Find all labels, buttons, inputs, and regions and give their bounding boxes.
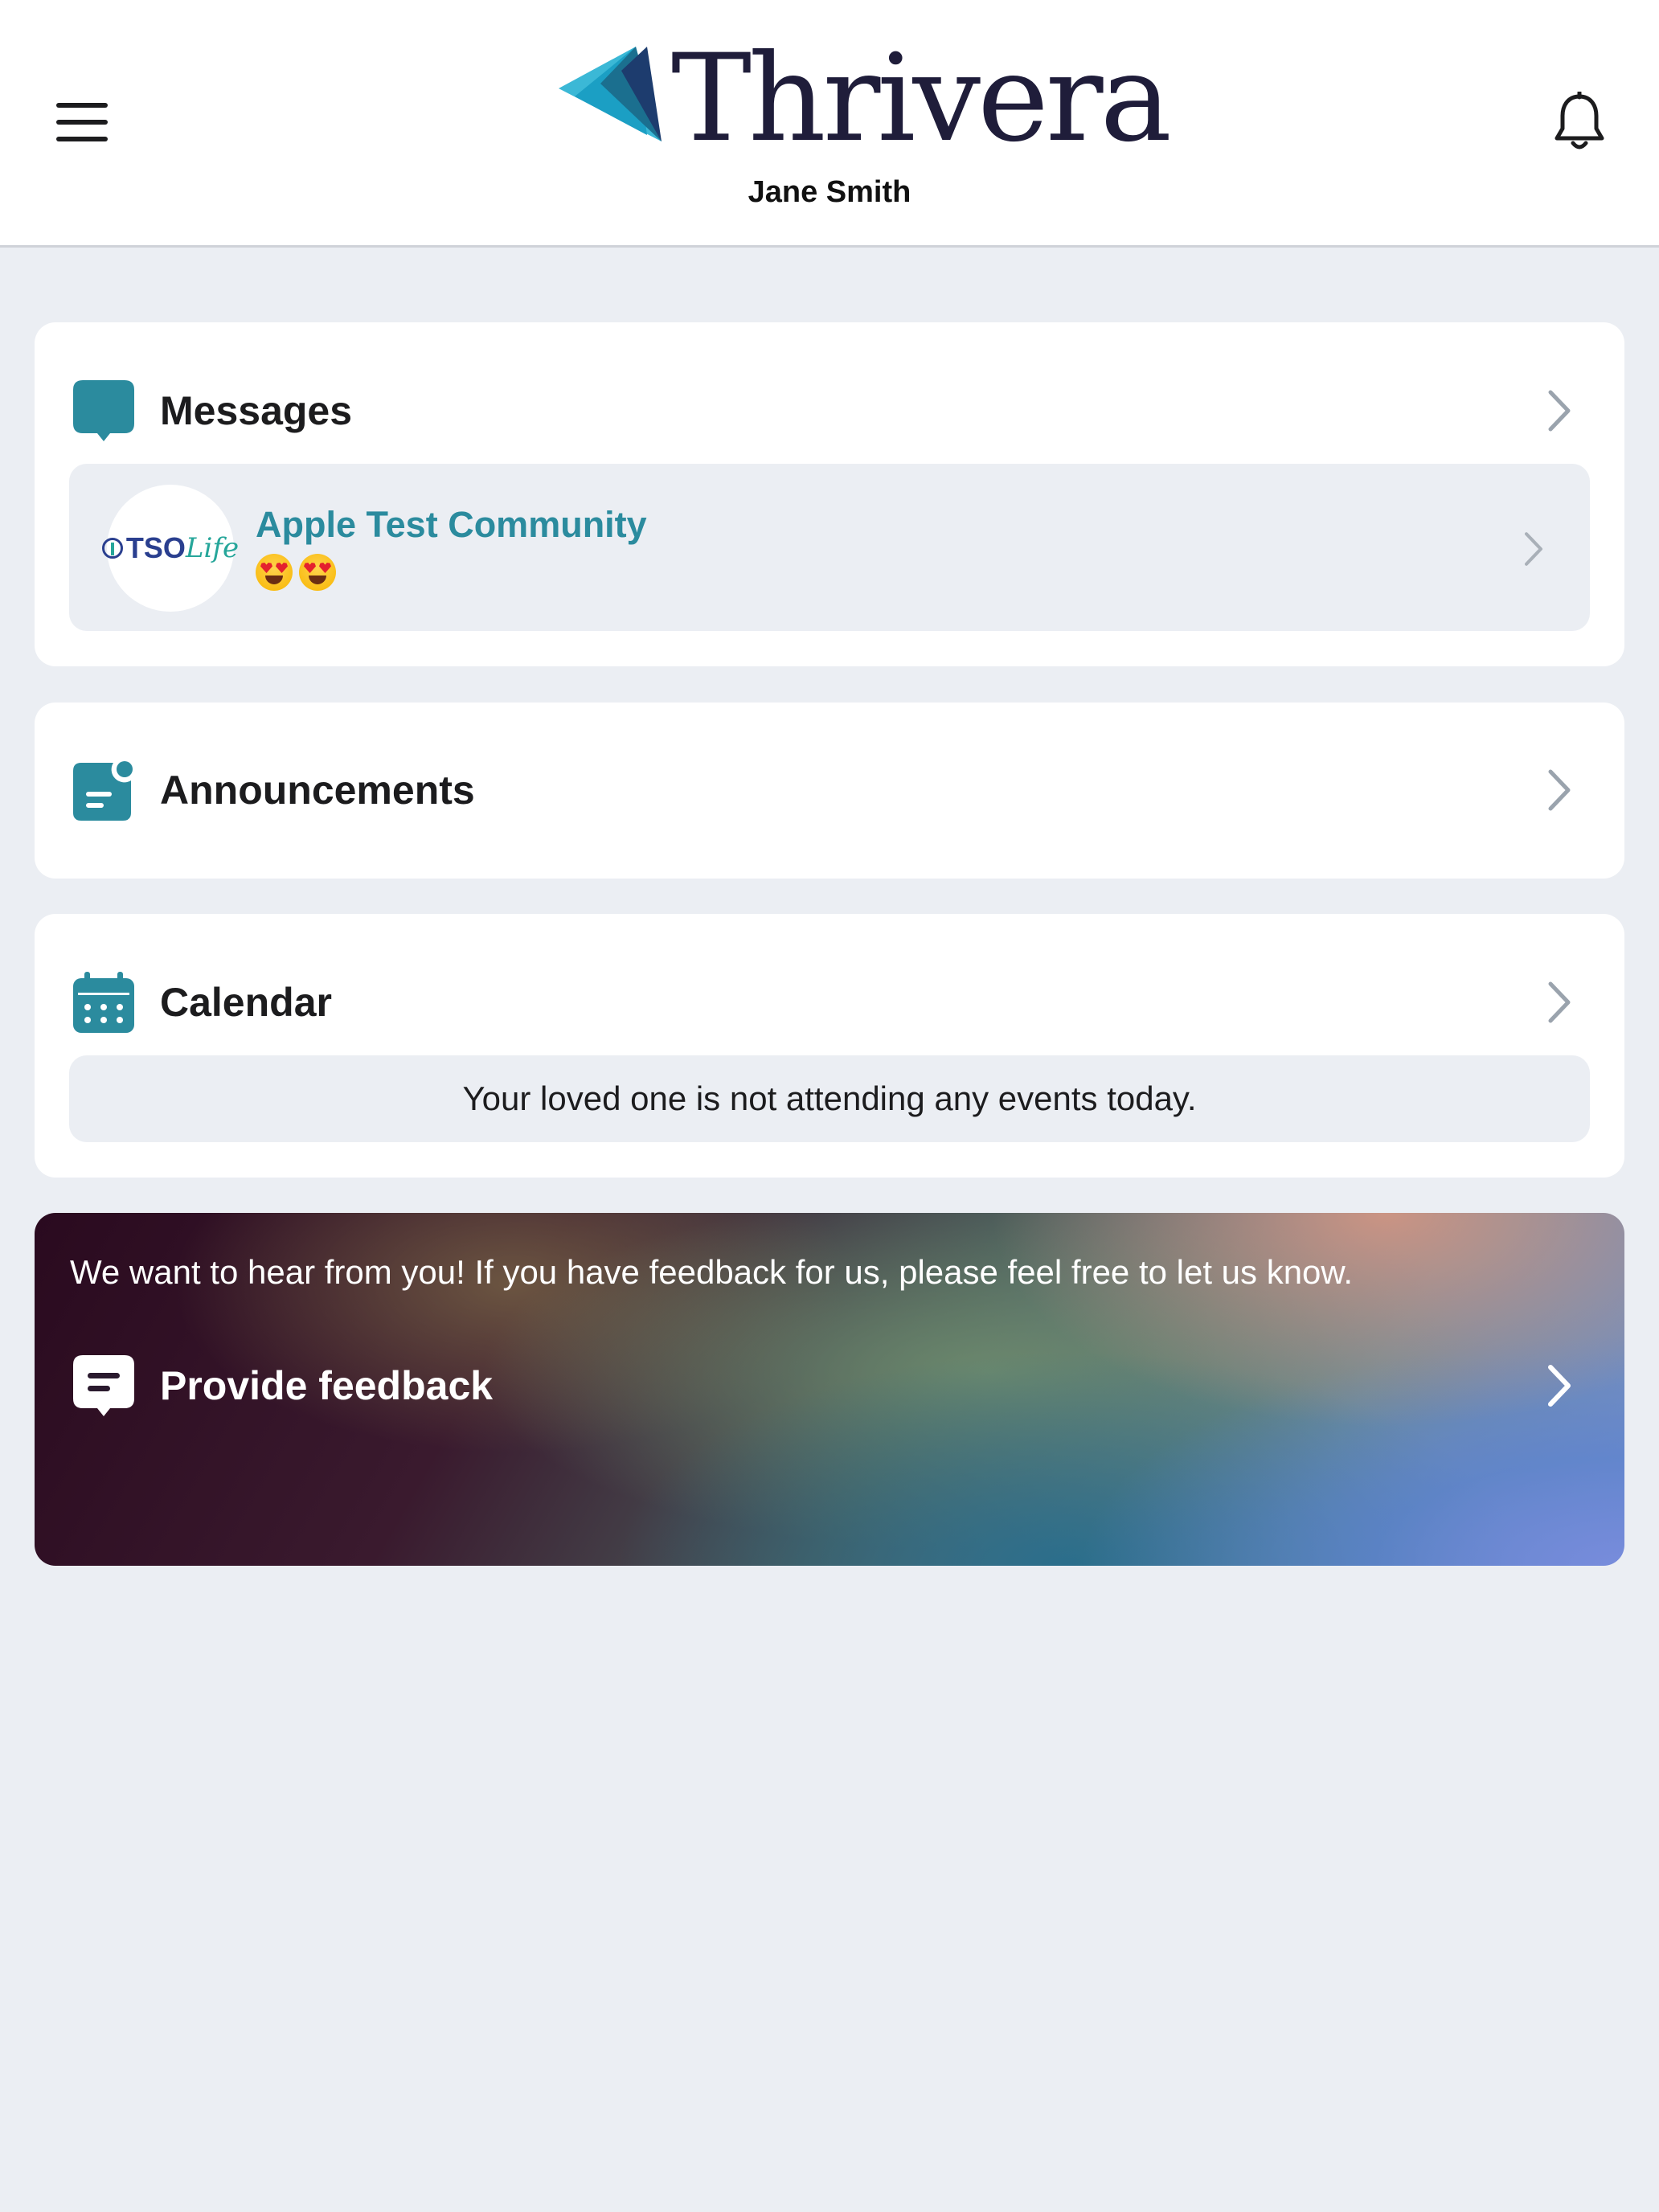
announcements-header[interactable]: Announcements xyxy=(35,746,1624,834)
feedback-bubble-icon xyxy=(73,1355,134,1416)
announcements-card[interactable]: Announcements xyxy=(35,703,1624,879)
messages-header[interactable]: Messages xyxy=(35,367,1624,455)
chevron-right-icon xyxy=(1548,390,1571,432)
calendar-card: Calendar Your loved one is not attending… xyxy=(35,914,1624,1178)
chevron-right-icon xyxy=(1548,981,1571,1023)
chevron-right-icon xyxy=(1548,769,1571,811)
calendar-title: Calendar xyxy=(160,980,332,1025)
feedback-prompt: We want to hear from you! If you have fe… xyxy=(70,1253,1354,1291)
calendar-icon xyxy=(73,972,134,1033)
message-thread-item[interactable]: TSOLife Apple Test Community 😍 😍 xyxy=(69,464,1590,631)
chevron-right-icon xyxy=(1548,1365,1571,1407)
announcements-title: Announcements xyxy=(160,768,475,813)
tsolife-logo: TSO Life xyxy=(101,531,239,565)
thrivera-logo-mark-icon xyxy=(559,47,662,141)
brand-logo: Thrivera xyxy=(559,29,1172,169)
messages-card: Messages TSOLife Apple Test Community 😍 … xyxy=(35,322,1624,666)
calendar-empty-state: Your loved one is not attending any even… xyxy=(69,1055,1590,1142)
provide-feedback-button[interactable]: Provide feedback xyxy=(35,1342,1624,1430)
user-name: Jane Smith xyxy=(748,175,911,209)
app-header: Thrivera Jane Smith xyxy=(0,0,1659,248)
bell-icon[interactable] xyxy=(1553,92,1606,153)
hamburger-menu-icon[interactable] xyxy=(56,103,108,141)
community-avatar: TSO Life xyxy=(101,485,239,612)
chevron-right-icon xyxy=(1525,532,1542,566)
community-name: Apple Test Community xyxy=(256,504,647,545)
feedback-banner: We want to hear from you! If you have fe… xyxy=(35,1213,1624,1566)
heart-eyes-emoji-icon xyxy=(299,554,336,591)
heart-eyes-emoji-icon xyxy=(256,554,293,591)
messages-title: Messages xyxy=(160,388,353,433)
chat-bubble-icon xyxy=(73,380,134,441)
announcement-icon xyxy=(73,761,133,821)
provide-feedback-label: Provide feedback xyxy=(160,1363,494,1408)
calendar-empty-text: Your loved one is not attending any even… xyxy=(462,1079,1197,1117)
calendar-header[interactable]: Calendar xyxy=(35,958,1624,1047)
message-preview: 😍 😍 xyxy=(256,554,336,591)
brand-name: Thrivera xyxy=(671,29,1172,169)
